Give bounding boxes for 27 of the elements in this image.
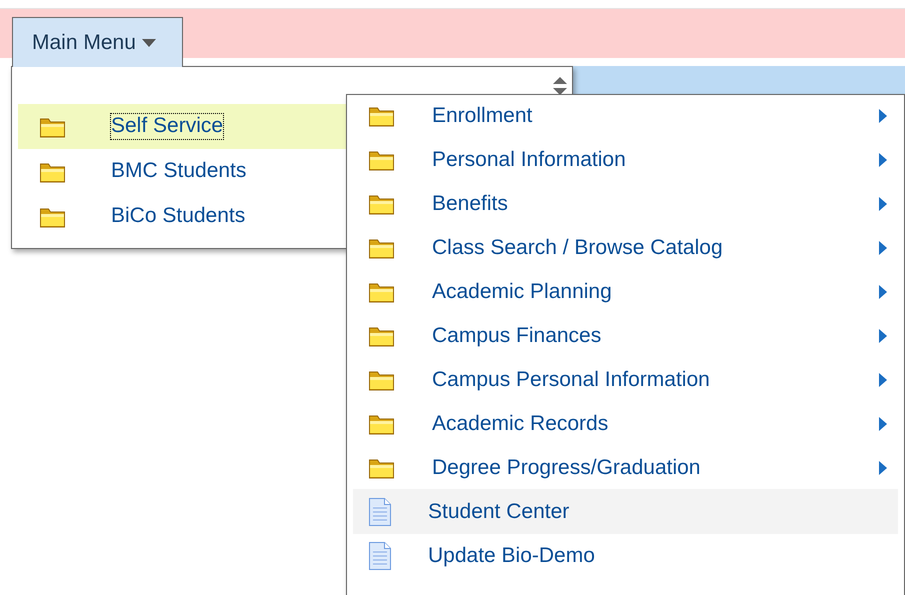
submenu-arrow-icon: [879, 196, 887, 210]
submenu-item[interactable]: Personal Information: [353, 137, 898, 182]
menu-item[interactable]: BiCo Students: [18, 194, 348, 239]
submenu-item[interactable]: Academic Planning: [353, 269, 898, 314]
submenu-arrow-icon: [879, 460, 887, 474]
caret-icon: [142, 38, 156, 46]
document-icon: [368, 496, 392, 526]
submenu-arrow-icon: [879, 240, 887, 254]
submenu-item[interactable]: Student Center: [353, 489, 898, 534]
submenu-item[interactable]: Academic Records: [353, 401, 898, 446]
submenu-item[interactable]: Degree Progress/Graduation: [353, 445, 898, 490]
submenu-item[interactable]: Campus Finances: [353, 313, 898, 358]
main-menu-button[interactable]: Main Menu: [12, 17, 183, 67]
submenu-item[interactable]: Enrollment: [353, 95, 898, 138]
submenu-arrow-icon: [879, 152, 887, 166]
submenu-arrow-icon: [879, 328, 887, 342]
submenu-arrow-icon: [879, 284, 887, 298]
submenu-item[interactable]: Update Bio-Demo: [353, 533, 898, 578]
menu-item[interactable]: BMC Students: [18, 149, 348, 194]
submenu-arrow-icon: [879, 372, 887, 386]
submenu-arrow-icon: [879, 416, 887, 430]
document-icon: [368, 540, 392, 570]
submenu-arrow-icon: [879, 108, 887, 122]
submenu-item[interactable]: Benefits: [353, 181, 898, 226]
menu-item[interactable]: Self Service: [18, 104, 348, 149]
submenu-item[interactable]: Class Search / Browse Catalog: [353, 225, 898, 270]
submenu-item[interactable]: Campus Personal Information: [353, 357, 898, 402]
